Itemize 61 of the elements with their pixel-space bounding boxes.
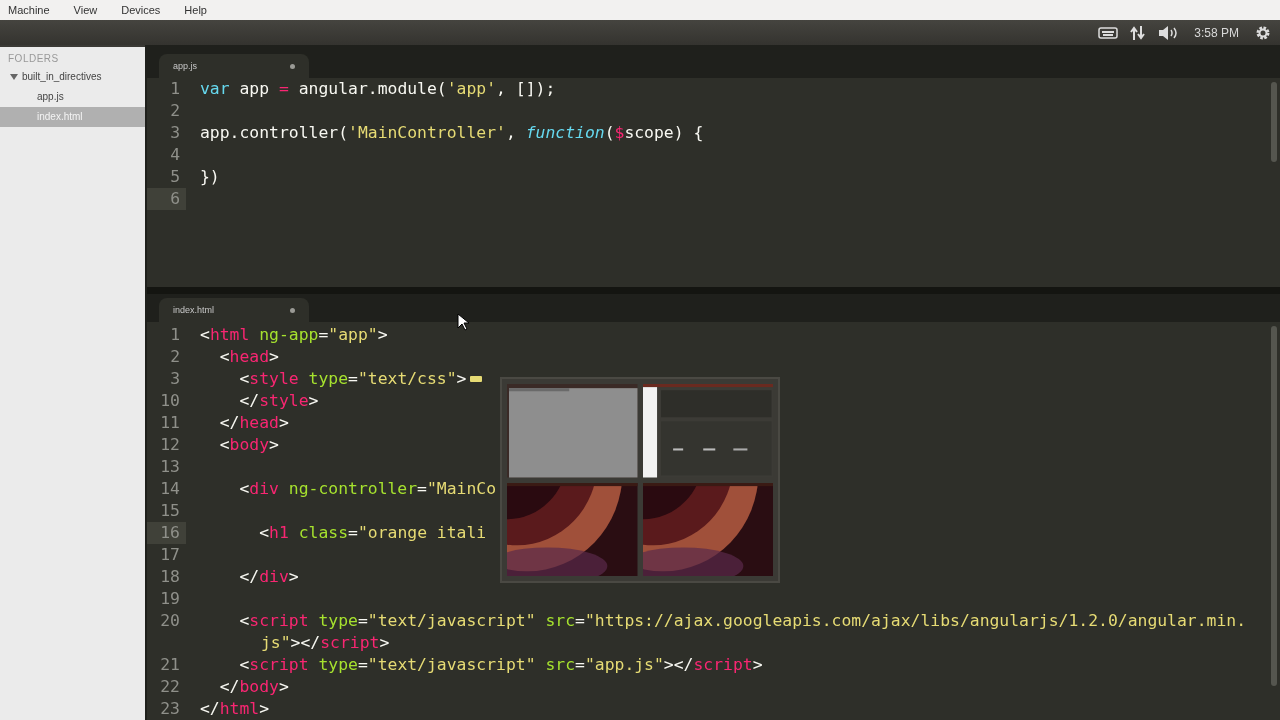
code-line: <script type="text/javascript" src="app.js"></script> [238,655,763,675]
code-line: </head> [218,413,289,433]
line-number: 5 [169,166,181,188]
settings-icon[interactable] [1255,24,1271,41]
line-number: 13 [159,456,181,478]
code-line: <html ng-app="app"> [200,325,388,345]
line-number: 23 [159,698,181,720]
line-number: 4 [169,144,181,166]
code-line: app.controller('MainController', function($scope) { [200,123,704,143]
fold-marker-icon[interactable] [470,376,483,382]
line-number: 2 [169,100,181,122]
menu-item[interactable]: Help [176,4,215,16]
line-number: 3 [169,122,181,144]
line-number: 21 [159,654,181,676]
code-line: </div> [238,567,299,587]
code-line: <style type="text/css"> [238,369,467,389]
line-number: 10 [159,390,181,412]
code-line: <head> [218,347,279,367]
line-number: 12 [159,434,181,456]
line-number: 11 [159,412,181,434]
scrollbar[interactable] [1271,326,1277,686]
mouse-pointer-icon [457,313,469,331]
line-number: 15 [159,500,181,522]
code-line: <script type="text/javascript" src="https://ajax.googleapis.com/ajax/libs/angularjs/1.2.0/angular.min. [238,611,1247,631]
file-tab[interactable]: index.html [159,298,309,322]
line-number: 1 [169,324,181,346]
line-number: 18 [159,566,181,588]
sidebar-heading: FOLDERS [7,52,60,66]
line-number: 3 [169,368,181,390]
line-number: 19 [159,588,181,610]
code-line: }) [200,167,220,187]
code-line: <h1 class="orange itali [258,523,487,543]
line-number: 17 [159,544,181,566]
line-number: 6 [147,188,186,210]
menu-item[interactable]: Machine [0,4,58,16]
caret-icon[interactable] [10,73,18,81]
file-tab[interactable]: app.js [159,54,309,78]
line-number: 2 [169,346,181,368]
line-number: 1 [169,78,181,100]
code-line: </body> [218,677,289,697]
keyboard-icon[interactable] [1098,26,1119,39]
code-line: <div ng-controller="MainCo [238,479,497,499]
menu-item[interactable]: Devices [113,4,169,16]
speaker-icon[interactable] [1158,24,1179,41]
clock[interactable]: 3:58 PM [1190,25,1243,40]
line-number: 14 [159,478,181,500]
scrollbar[interactable] [1271,82,1277,162]
close-icon[interactable] [290,63,295,69]
close-icon[interactable] [290,307,295,313]
tree-item[interactable]: app.js [0,87,145,107]
code-line: var app = angular.module('app', []); [200,79,556,99]
line-number: 22 [159,676,181,698]
code-line: </style> [238,391,319,411]
network-icon[interactable] [1130,24,1147,41]
code-line: js"></script> [260,633,390,653]
tree-item[interactable]: built_in_directives [0,67,145,87]
menu-item[interactable]: View [65,4,106,16]
code-line: <body> [218,435,279,455]
line-number: 16 [147,522,186,544]
code-line: </html> [200,699,270,719]
line-number: 20 [159,610,181,632]
